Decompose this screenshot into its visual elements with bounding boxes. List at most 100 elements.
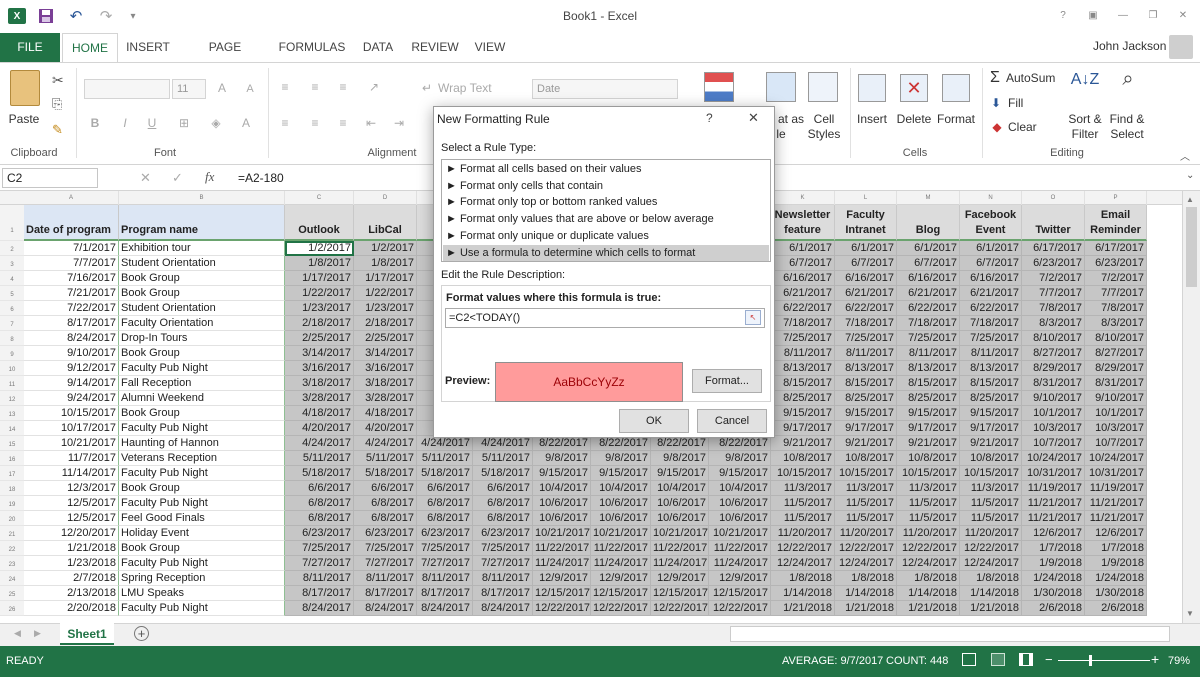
align-top-icon[interactable]: ≡: [278, 80, 292, 95]
grid-cell[interactable]: 11/22/2017: [651, 541, 709, 556]
tab-review[interactable]: REVIEW: [410, 33, 460, 62]
grid-cell[interactable]: 10/3/2017: [1085, 421, 1147, 436]
grid-cell[interactable]: 6/16/2017: [897, 271, 960, 286]
row-header[interactable]: 24: [0, 571, 24, 586]
vertical-scrollbar[interactable]: ▲ ▼: [1182, 191, 1200, 623]
grid-cell[interactable]: 12/9/2017: [709, 571, 771, 586]
grid-cell[interactable]: 8/24/2017: [285, 601, 354, 616]
grid-cell[interactable]: 8/31/2017: [1022, 376, 1085, 391]
help-icon[interactable]: ?: [1053, 6, 1073, 26]
grid-cell[interactable]: 11/5/2017: [897, 496, 960, 511]
grid-cell[interactable]: 8/17/2017: [354, 586, 417, 601]
column-header-p[interactable]: P: [1085, 191, 1147, 205]
grid-cell[interactable]: 8/29/2017: [1022, 361, 1085, 376]
prev-sheet-icon[interactable]: ◀: [14, 628, 21, 639]
grid-cell[interactable]: 6/23/2017: [473, 526, 533, 541]
grid-cell[interactable]: 10/6/2017: [709, 496, 771, 511]
grid-cell[interactable]: 1/14/2018: [960, 586, 1022, 601]
grid-cell[interactable]: 6/22/2017: [771, 301, 835, 316]
grid-cell[interactable]: 11/24/2017: [533, 556, 591, 571]
grid-cell[interactable]: Book Group: [119, 346, 285, 361]
grid-cell[interactable]: 8/15/2017: [835, 376, 897, 391]
grid-cell[interactable]: 9/8/2017: [591, 451, 651, 466]
grid-cell[interactable]: 5/11/2017: [285, 451, 354, 466]
header-cell[interactable]: LibCal: [354, 205, 417, 241]
grid-cell[interactable]: 3/16/2017: [354, 361, 417, 376]
grid-cell[interactable]: Haunting of Hannon: [119, 436, 285, 451]
grid-cell[interactable]: Fall Reception: [119, 376, 285, 391]
user-name[interactable]: John Jackson: [1093, 39, 1166, 53]
grid-cell[interactable]: 12/15/2017: [533, 586, 591, 601]
orientation-icon[interactable]: ↗: [364, 80, 384, 95]
grid-cell[interactable]: Faculty Pub Night: [119, 466, 285, 481]
increase-indent-icon[interactable]: ⇥: [392, 116, 406, 131]
grid-cell[interactable]: 2/7/2018: [24, 571, 119, 586]
grid-cell[interactable]: 10/7/2017: [1085, 436, 1147, 451]
grid-cell[interactable]: 9/21/2017: [835, 436, 897, 451]
page-layout-view-icon[interactable]: [991, 653, 1005, 666]
italic-icon[interactable]: I: [118, 116, 132, 131]
header-cell[interactable]: Facebook Event: [960, 205, 1022, 241]
grid-cell[interactable]: 6/23/2017: [1085, 256, 1147, 271]
grid-cell[interactable]: 11/5/2017: [771, 511, 835, 526]
next-sheet-icon[interactable]: ▶: [34, 628, 41, 639]
grid-cell[interactable]: 7/16/2017: [24, 271, 119, 286]
column-header-c[interactable]: C: [285, 191, 354, 205]
header-cell[interactable]: Email Reminder: [1085, 205, 1147, 241]
grid-cell[interactable]: 6/8/2017: [285, 511, 354, 526]
grid-cell[interactable]: 3/28/2017: [285, 391, 354, 406]
format-painter-icon[interactable]: ✎: [52, 122, 63, 138]
grid-cell[interactable]: 5/18/2017: [417, 466, 473, 481]
grid-cell[interactable]: 12/5/2017: [24, 496, 119, 511]
grid-cell[interactable]: 6/8/2017: [473, 511, 533, 526]
grid-cell[interactable]: 11/5/2017: [897, 511, 960, 526]
grid-cell[interactable]: 7/27/2017: [473, 556, 533, 571]
grid-cell[interactable]: 1/21/2018: [835, 601, 897, 616]
scroll-up-icon[interactable]: ▲: [1186, 195, 1194, 204]
cut-icon[interactable]: ✂: [52, 72, 64, 89]
grid-cell[interactable]: 6/8/2017: [473, 496, 533, 511]
grid-cell[interactable]: 11/22/2017: [591, 541, 651, 556]
grid-cell[interactable]: 10/8/2017: [835, 451, 897, 466]
row-header[interactable]: 5: [0, 286, 24, 301]
grid-cell[interactable]: 11/20/2017: [960, 526, 1022, 541]
grid-cell[interactable]: 11/21/2017: [1085, 511, 1147, 526]
grid-cell[interactable]: 8/25/2017: [960, 391, 1022, 406]
align-center-icon[interactable]: ≡: [308, 116, 322, 131]
row-header[interactable]: 4: [0, 271, 24, 286]
row-header[interactable]: 16: [0, 451, 24, 466]
grid-cell[interactable]: 3/18/2017: [285, 376, 354, 391]
align-right-icon[interactable]: ≡: [336, 116, 350, 131]
grid-cell[interactable]: 12/22/2017: [771, 541, 835, 556]
grid-cell[interactable]: 10/6/2017: [709, 511, 771, 526]
row-header[interactable]: 7: [0, 316, 24, 331]
grid-cell[interactable]: 1/23/2017: [354, 301, 417, 316]
grid-cell[interactable]: 12/22/2017: [960, 541, 1022, 556]
grid-cell[interactable]: 10/15/2017: [835, 466, 897, 481]
find-select-button-line2[interactable]: Select: [1104, 127, 1150, 142]
grid-cell[interactable]: 11/22/2017: [709, 541, 771, 556]
grid-cell[interactable]: 1/2/2017: [285, 241, 354, 256]
grid-cell[interactable]: 8/15/2017: [897, 376, 960, 391]
grid-cell[interactable]: 2/18/2017: [285, 316, 354, 331]
row-header[interactable]: 15: [0, 436, 24, 451]
grid-cell[interactable]: 5/18/2017: [354, 466, 417, 481]
grid-cell[interactable]: 6/7/2017: [897, 256, 960, 271]
clear-icon[interactable]: ◆: [990, 120, 1004, 135]
new-sheet-icon[interactable]: +: [134, 626, 149, 641]
grid-cell[interactable]: 11/24/2017: [709, 556, 771, 571]
grid-cell[interactable]: 6/7/2017: [960, 256, 1022, 271]
grid-cell[interactable]: 12/22/2017: [533, 601, 591, 616]
grid-cell[interactable]: 12/20/2017: [24, 526, 119, 541]
grid-cell[interactable]: 1/14/2018: [771, 586, 835, 601]
grid-cell[interactable]: 7/27/2017: [417, 556, 473, 571]
grid-cell[interactable]: 1/21/2018: [960, 601, 1022, 616]
zoom-out-icon[interactable]: −: [1045, 652, 1053, 667]
grid-cell[interactable]: 6/17/2017: [1085, 241, 1147, 256]
grid-cell[interactable]: Faculty Pub Night: [119, 601, 285, 616]
qat-customize-icon[interactable]: ▾: [126, 5, 140, 27]
grid-cell[interactable]: 9/21/2017: [771, 436, 835, 451]
grid-cell[interactable]: Veterans Reception: [119, 451, 285, 466]
font-color-icon[interactable]: A: [238, 116, 254, 131]
grid-cell[interactable]: 1/9/2018: [1022, 556, 1085, 571]
